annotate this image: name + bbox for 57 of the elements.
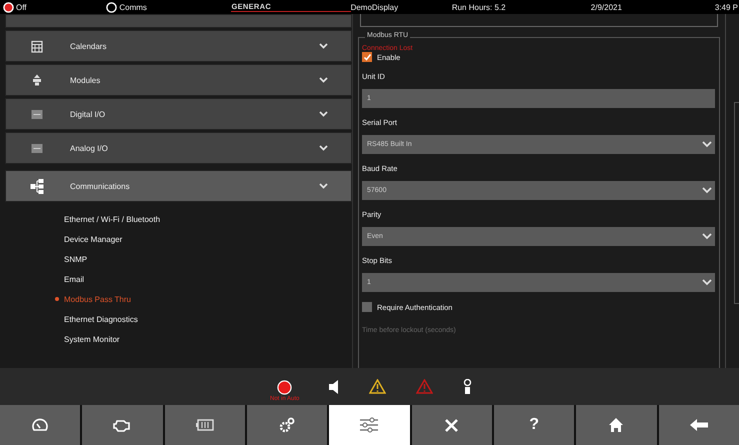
menu-label: Analog I/O xyxy=(70,144,108,152)
chevron-down-icon xyxy=(702,279,712,286)
status-label: Off xyxy=(16,2,27,12)
key-icon xyxy=(463,379,472,394)
chevron-down-icon xyxy=(319,145,328,151)
submenu-item[interactable]: Ethernet / Wi-Fi / Bluetooth xyxy=(55,209,160,229)
gears-icon xyxy=(279,417,296,433)
chevron-down-icon xyxy=(319,183,328,189)
chevron-down-icon xyxy=(702,187,712,194)
menu-row[interactable]: Calendars xyxy=(5,30,352,62)
menu-label: Calendars xyxy=(70,42,106,50)
home-icon xyxy=(609,418,624,432)
menu-row[interactable]: Modules xyxy=(5,64,352,96)
module-icon xyxy=(30,74,44,86)
menu-label: Communications xyxy=(70,182,130,190)
io-icon xyxy=(30,110,44,118)
chevron-down-icon xyxy=(319,111,328,117)
io-icon xyxy=(30,144,44,152)
gauge-icon xyxy=(32,418,48,432)
submenu-item[interactable]: Modbus Pass Thru xyxy=(55,289,131,309)
checkbox[interactable] xyxy=(362,302,372,312)
time-label: 3:49 P xyxy=(714,2,739,12)
battery-icon xyxy=(196,419,214,431)
checkbox[interactable] xyxy=(362,52,372,62)
menu-row[interactable]: Communications xyxy=(5,170,352,202)
back-arrow-icon xyxy=(690,419,708,431)
menu-row[interactable]: Analog I/O xyxy=(5,132,352,164)
date-label: 2/9/2021 xyxy=(590,2,623,12)
nav-button[interactable] xyxy=(82,405,163,445)
nav-button[interactable] xyxy=(658,405,739,445)
chevron-down-icon xyxy=(319,77,328,83)
submenu-item[interactable]: Device Manager xyxy=(55,229,122,249)
speaker-icon xyxy=(329,380,340,394)
network-icon xyxy=(30,178,44,194)
menu-label: Digital I/O xyxy=(70,110,106,118)
nav-button[interactable] xyxy=(164,405,245,445)
engine-icon xyxy=(113,418,132,432)
chevron-down-icon xyxy=(319,43,328,49)
chevron-down-icon xyxy=(702,141,712,148)
nav-button[interactable] xyxy=(0,405,80,445)
device-name: DemoDisplay xyxy=(350,2,400,12)
help-button[interactable]: ? xyxy=(494,405,574,445)
status-label: Comms xyxy=(119,2,147,12)
nav-button[interactable] xyxy=(329,405,410,445)
chevron-down-icon xyxy=(702,233,712,240)
nav-button[interactable] xyxy=(246,405,328,445)
menu-label: Modules xyxy=(70,76,100,84)
submenu-item[interactable]: Email xyxy=(55,269,84,289)
submenu-item[interactable]: Ethernet Diagnostics xyxy=(55,309,138,329)
menu-row[interactable]: Digital I/O xyxy=(5,98,352,130)
nav-button[interactable] xyxy=(412,405,492,445)
sliders-icon xyxy=(360,417,378,433)
nav-button[interactable] xyxy=(576,405,657,445)
submenu-item[interactable]: SNMP xyxy=(55,249,88,269)
run-hours: Run Hours: 5.2 xyxy=(452,2,507,12)
calendar-icon xyxy=(30,40,44,52)
submenu-item[interactable]: System Monitor xyxy=(55,329,120,349)
